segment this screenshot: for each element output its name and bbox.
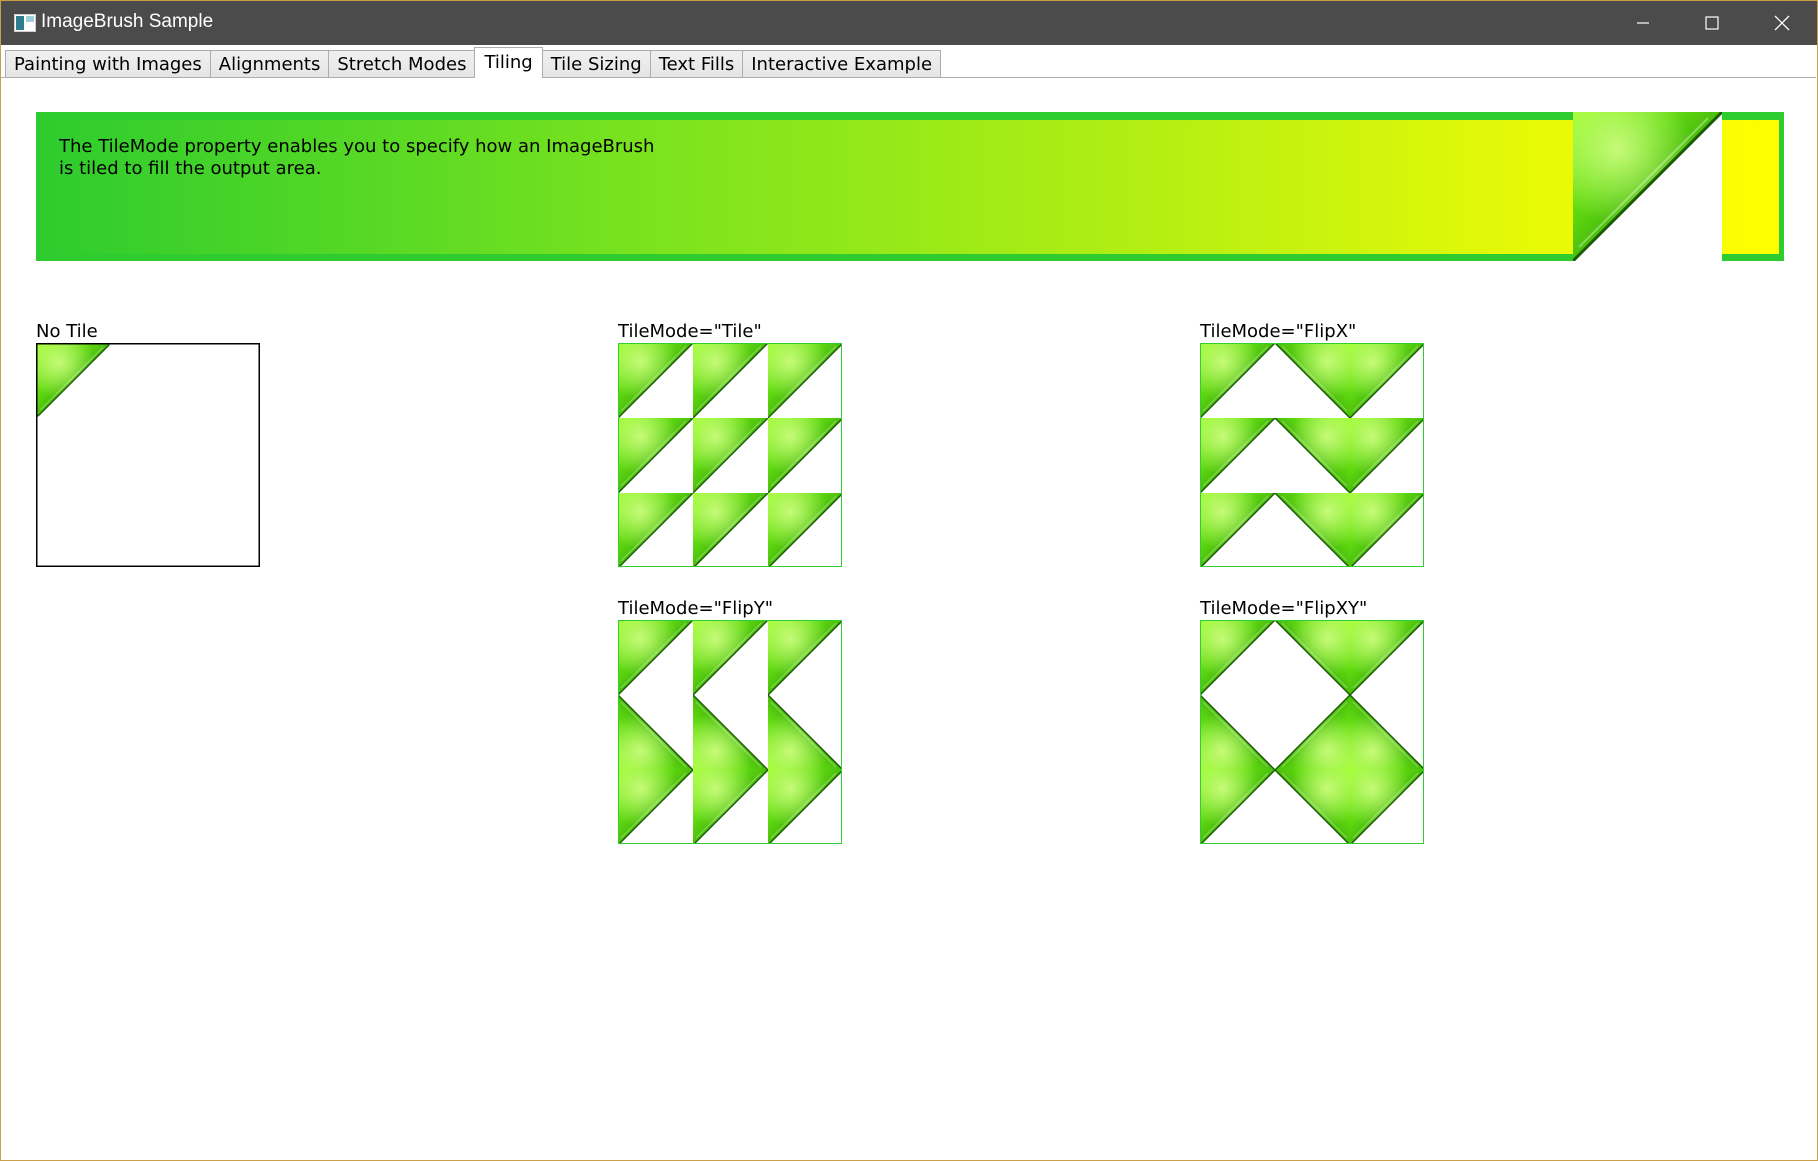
tab-stretch-modes[interactable]: Stretch Modes (328, 50, 476, 78)
triangle-image (1573, 112, 1722, 261)
tile-mode-flipxy-label: TileMode="FlipXY" (1200, 598, 1368, 619)
tab-alignments[interactable]: Alignments (209, 50, 330, 78)
title-bar[interactable]: ImageBrush Sample (1, 1, 1817, 45)
no-tile-example (36, 343, 260, 567)
minimize-button[interactable] (1609, 1, 1677, 45)
maximize-button[interactable] (1678, 1, 1746, 45)
minimize-icon (1637, 22, 1649, 24)
close-button[interactable] (1748, 1, 1816, 45)
maximize-icon (1705, 16, 1719, 30)
window-title: ImageBrush Sample (41, 11, 214, 32)
tile-mode-flipx-example (1200, 343, 1424, 567)
tile-mode-flipxy-example (1200, 620, 1424, 844)
tile-mode-flipy-label: TileMode="FlipY" (618, 598, 773, 619)
banner-line-2: is tiled to fill the output area. (59, 158, 322, 179)
no-tile-label: No Tile (36, 321, 98, 342)
imagebrush-banner: The TileMode property enables you to spe… (36, 112, 1784, 261)
app-window: ImageBrush Sample Painting with Images A… (0, 0, 1818, 1161)
tab-tile-sizing[interactable]: Tile Sizing (541, 50, 651, 78)
tile-mode-tile-example (618, 343, 842, 567)
app-icon (14, 14, 36, 32)
banner-gradient: The TileMode property enables you to spe… (44, 120, 1779, 254)
tiling-tab-panel: The TileMode property enables you to spe… (1, 77, 1816, 1160)
tile-mode-flipy-example (618, 620, 842, 844)
close-icon (1774, 15, 1790, 31)
tab-strip: Painting with Images Alignments Stretch … (5, 47, 942, 78)
tab-interactive-example[interactable]: Interactive Example (742, 50, 942, 78)
tab-text-fills[interactable]: Text Fills (649, 50, 744, 78)
tab-tiling[interactable]: Tiling (474, 47, 543, 78)
banner-line-1: The TileMode property enables you to spe… (59, 136, 655, 157)
tile-mode-tile-label: TileMode="Tile" (618, 321, 762, 342)
banner-description: The TileMode property enables you to spe… (59, 136, 699, 180)
tab-painting-with-images[interactable]: Painting with Images (5, 50, 211, 78)
tile-mode-flipx-label: TileMode="FlipX" (1200, 321, 1357, 342)
